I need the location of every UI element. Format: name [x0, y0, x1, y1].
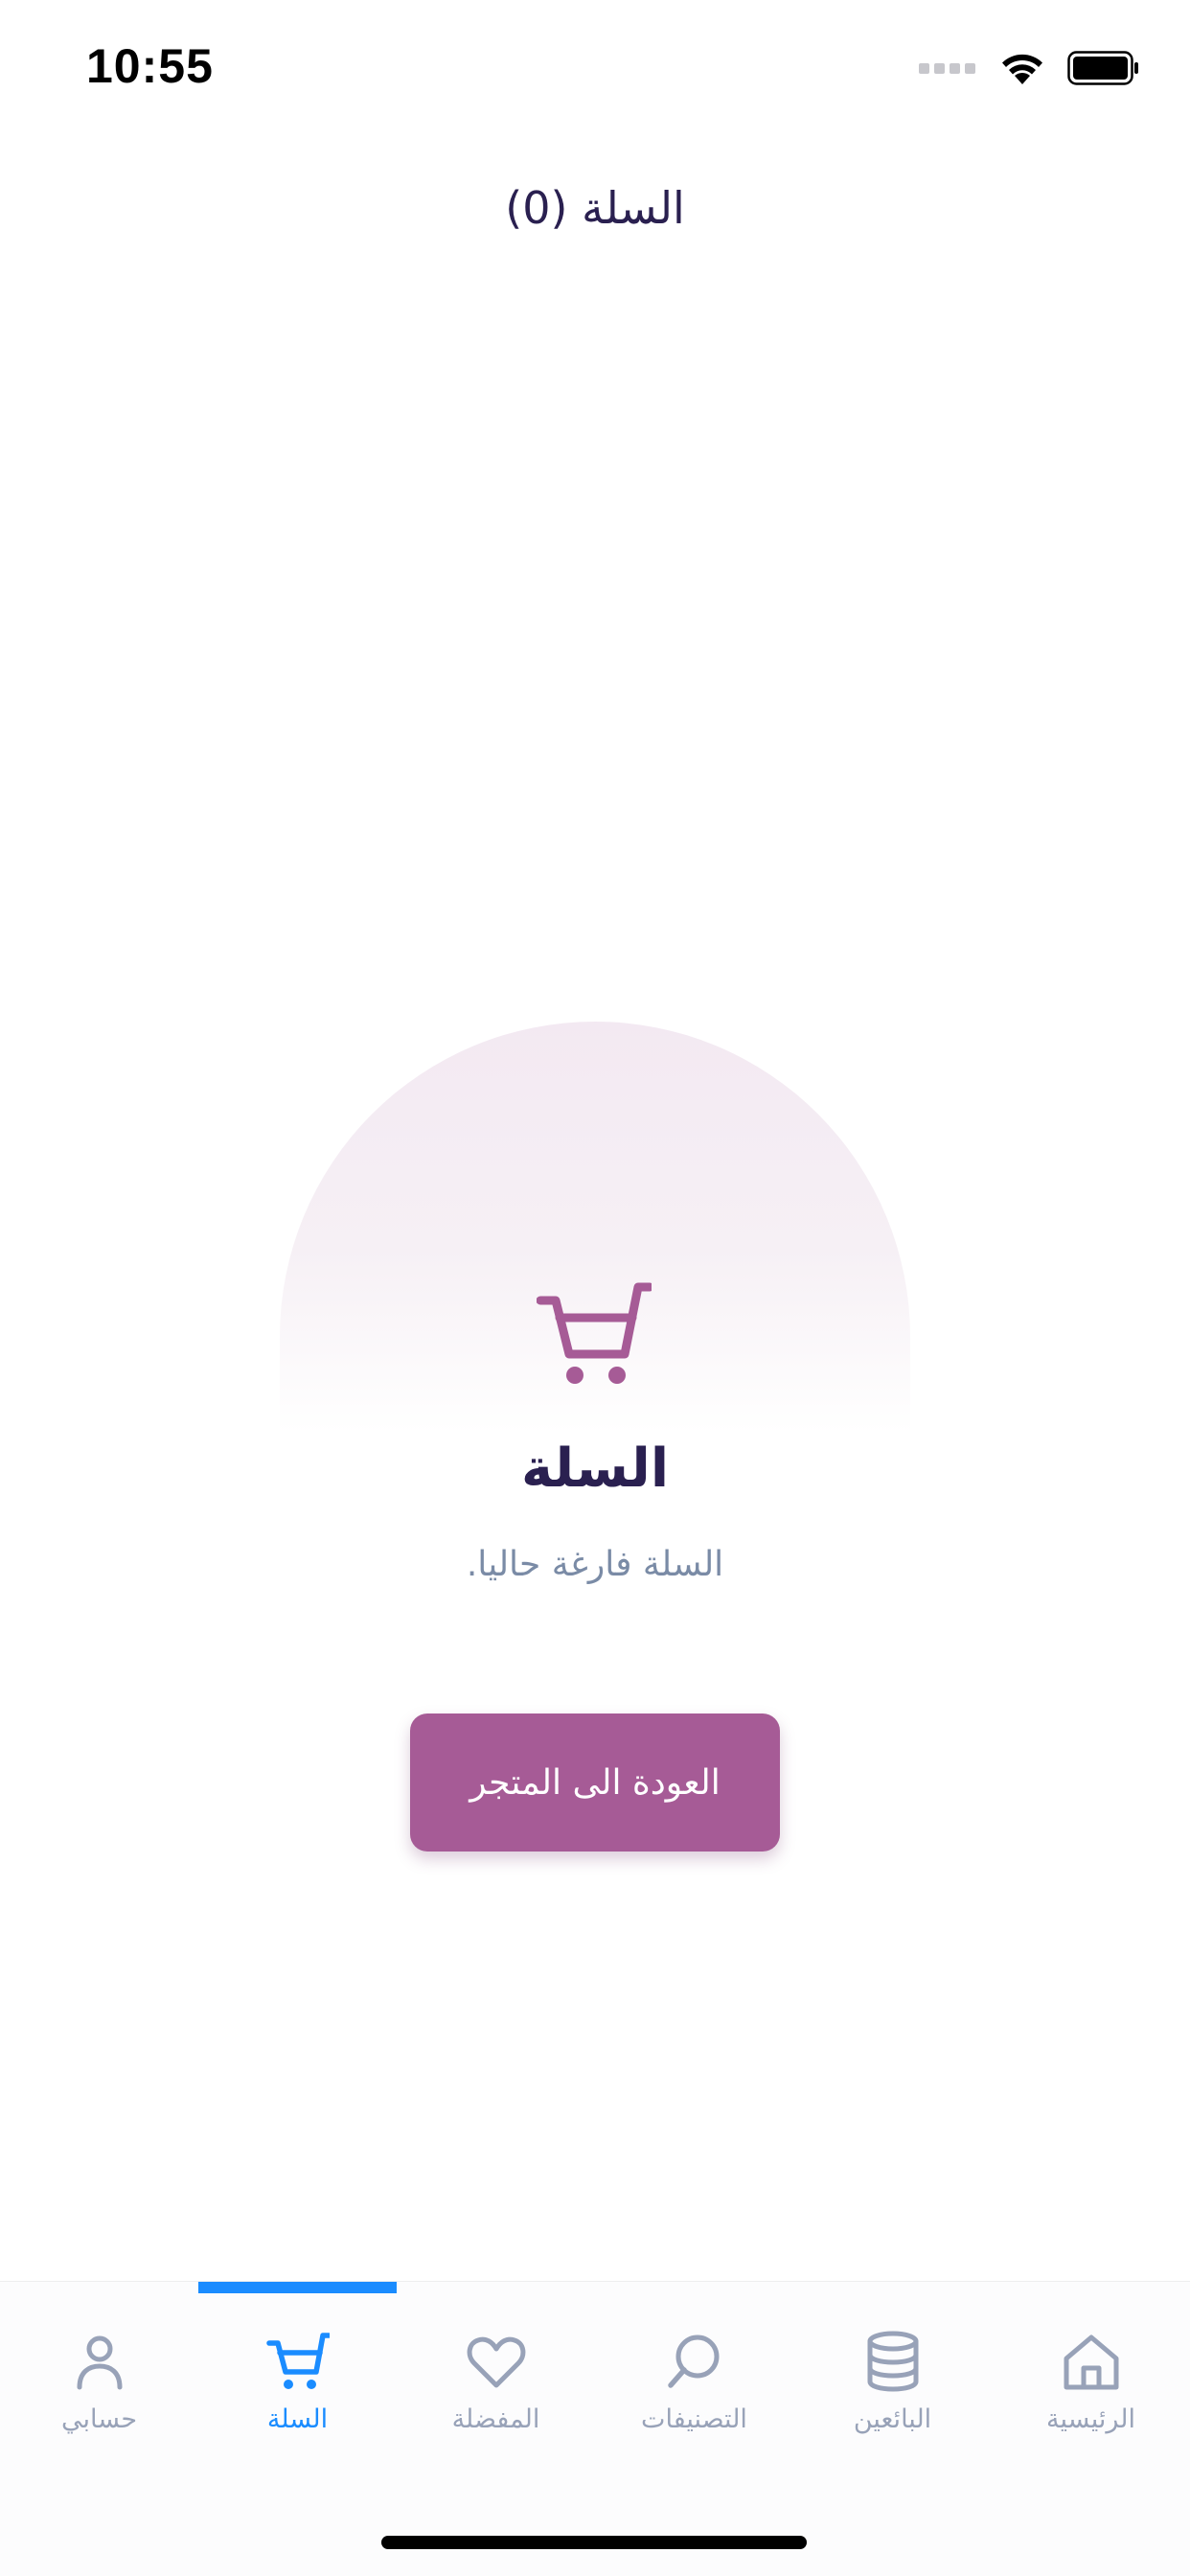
search-icon [668, 2334, 720, 2388]
tab-categories[interactable]: التصنيفات [595, 2282, 793, 2464]
tab-favorites[interactable]: المفضلة [397, 2282, 595, 2464]
database-icon [867, 2331, 919, 2392]
tab-cart[interactable]: السلة [198, 2282, 397, 2464]
tab-bar: حسابي السلة المفضلة التصنيفات البائعين ا… [0, 2281, 1190, 2576]
user-icon [77, 2335, 123, 2390]
battery-icon [1067, 51, 1138, 85]
tab-home[interactable]: الرئيسية [992, 2282, 1190, 2464]
status-icons [919, 50, 1140, 86]
cart-screen: 10:55 السلة (0) السلة السلة فارغة حاليا.… [0, 0, 1190, 2576]
empty-state-subtitle: السلة فارغة حاليا. [466, 1545, 724, 1584]
status-time: 10:55 [86, 39, 214, 93]
status-bar: 10:55 [0, 0, 1190, 144]
cart-icon [537, 1282, 652, 1384]
cellular-signal-icon [919, 62, 975, 74]
tab-label: حسابي [60, 2404, 138, 2434]
tab-label: البائعين [853, 2404, 932, 2434]
tab-label: الرئيسية [1046, 2404, 1135, 2434]
cart-icon [266, 2333, 330, 2389]
home-icon [1064, 2334, 1119, 2390]
home-indicator[interactable] [381, 2536, 807, 2549]
wifi-icon [1002, 54, 1042, 84]
tab-label: السلة [266, 2404, 329, 2434]
tab-label: التصنيفات [641, 2404, 747, 2434]
back-to-store-button[interactable]: العودة الى المتجر [410, 1714, 780, 1852]
tab-account[interactable]: حسابي [0, 2282, 198, 2464]
tab-label: المفضلة [451, 2404, 540, 2434]
page-title: السلة (0) [505, 182, 685, 234]
empty-state-title: السلة [520, 1438, 670, 1500]
heart-icon [467, 2336, 526, 2388]
tab-sellers[interactable]: البائعين [793, 2282, 992, 2464]
